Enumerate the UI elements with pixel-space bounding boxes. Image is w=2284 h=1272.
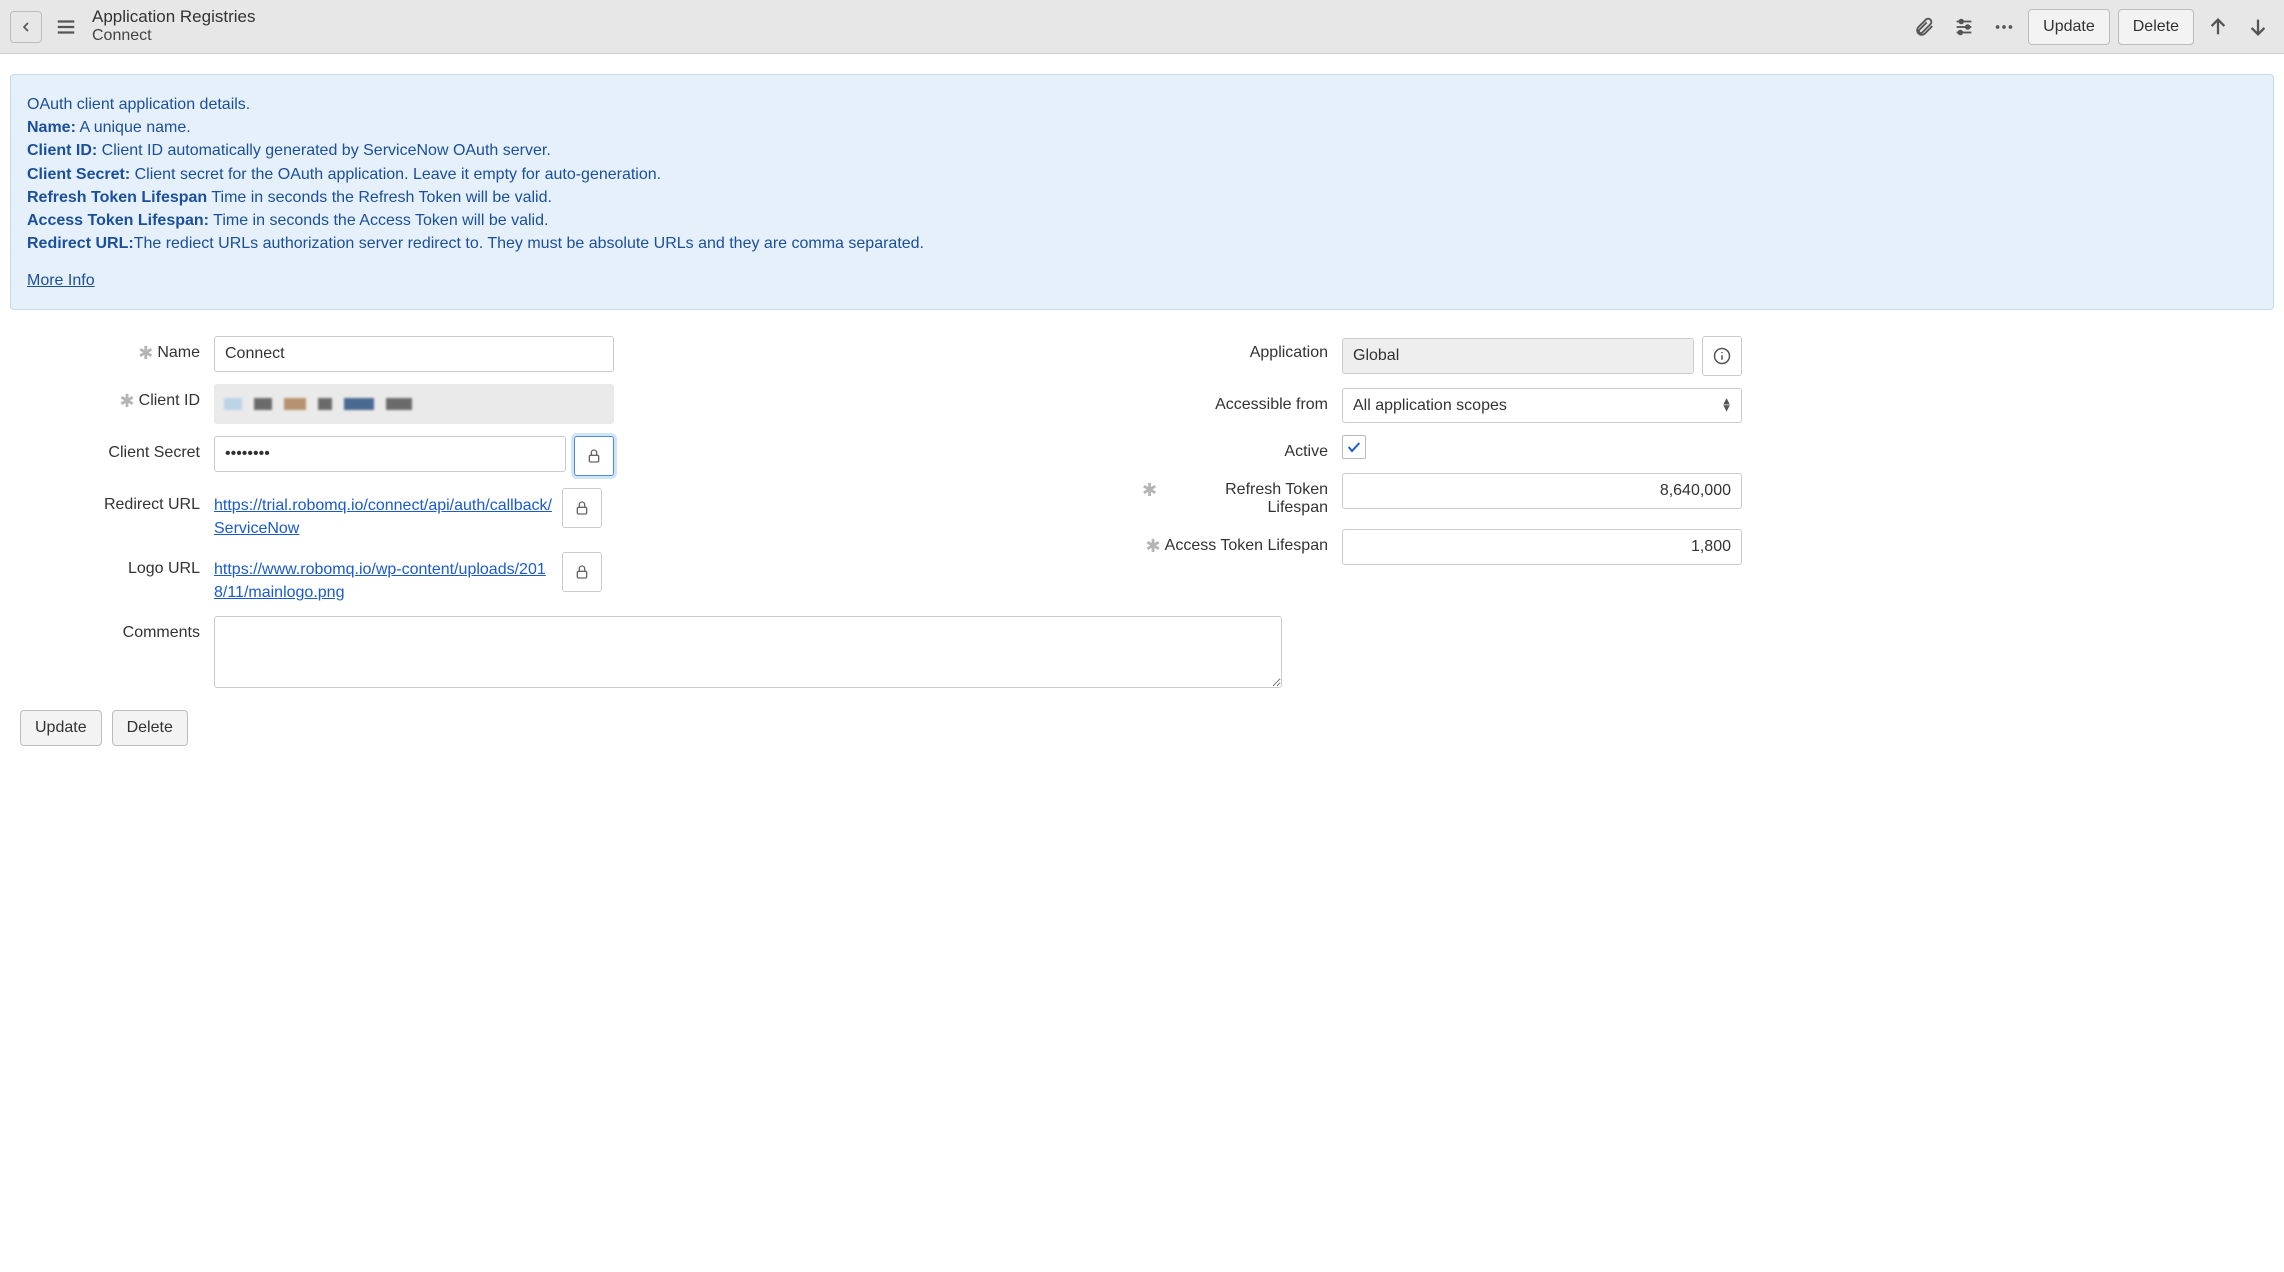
field-application: Application Global [1142, 330, 2270, 382]
info-access-text: Time in seconds the Access Token will be… [209, 212, 548, 229]
back-button[interactable] [10, 11, 42, 43]
field-refresh-lifespan: ✱Refresh Token Lifespan [1142, 467, 2270, 523]
access-lifespan-label: Access Token Lifespan [1165, 537, 1328, 555]
required-icon: ✱ [1142, 481, 1157, 499]
more-actions-button[interactable] [1988, 11, 2020, 43]
client-id-label: Client ID [139, 392, 200, 410]
logo-url-label: Logo URL [128, 560, 200, 578]
field-client-id: ✱Client ID [14, 378, 1142, 430]
attachments-button[interactable] [1908, 11, 1940, 43]
application-info-button[interactable] [1702, 336, 1742, 376]
accessible-from-label: Accessible from [1215, 396, 1328, 414]
redirect-url-label: Redirect URL [104, 496, 200, 514]
info-clientsecret-label: Client Secret: [27, 166, 130, 183]
info-access-label: Access Token Lifespan: [27, 212, 209, 229]
name-label: Name [157, 344, 200, 362]
info-name-text: A unique name. [76, 119, 191, 136]
refresh-lifespan-input[interactable] [1342, 473, 1742, 509]
client-id-redacted [214, 384, 614, 424]
settings-button[interactable] [1948, 11, 1980, 43]
client-secret-lock-button[interactable] [574, 436, 614, 476]
redirect-url-lock-button[interactable] [562, 488, 602, 528]
update-button-footer[interactable]: Update [20, 710, 102, 746]
footer-actions: Update Delete [10, 694, 2274, 762]
field-comments: Comments [14, 610, 2270, 694]
more-info-link[interactable]: More Info [27, 269, 95, 292]
page-header: Application Registries Connect Update De… [0, 0, 2284, 54]
active-label: Active [1284, 443, 1328, 461]
field-accessible-from: Accessible from All application scopes ▲… [1142, 382, 2270, 429]
lock-icon [574, 500, 590, 516]
paperclip-icon [1913, 16, 1935, 38]
info-icon [1713, 347, 1731, 365]
sliders-icon [1953, 16, 1975, 38]
page-title-main: Application Registries [92, 8, 255, 27]
info-name-label: Name: [27, 119, 76, 136]
info-refresh-label: Refresh Token Lifespan [27, 189, 207, 206]
redirect-url-link[interactable]: https://trial.robomq.io/connect/api/auth… [214, 488, 554, 540]
application-value: Global [1342, 338, 1694, 374]
info-redirect-label: Redirect URL: [27, 235, 134, 252]
previous-record-button[interactable] [2202, 11, 2234, 43]
client-secret-label: Client Secret [108, 444, 200, 462]
menu-button[interactable] [50, 11, 82, 43]
lock-icon [574, 564, 590, 580]
name-input[interactable] [214, 336, 614, 372]
info-line-intro: OAuth client application details. [27, 93, 2257, 116]
accessible-from-select[interactable]: All application scopes [1342, 388, 1742, 423]
hamburger-icon [55, 16, 77, 38]
application-label: Application [1250, 344, 1328, 362]
field-active: Active [1142, 429, 2270, 467]
delete-button-footer[interactable]: Delete [112, 710, 188, 746]
comments-label: Comments [123, 624, 200, 642]
chevron-left-icon [18, 19, 34, 35]
page-title: Application Registries Connect [92, 8, 255, 44]
required-icon: ✱ [120, 392, 135, 410]
logo-url-lock-button[interactable] [562, 552, 602, 592]
info-panel: OAuth client application details. Name: … [10, 74, 2274, 310]
field-access-lifespan: ✱Access Token Lifespan [1142, 523, 2270, 571]
info-clientid-label: Client ID: [27, 142, 97, 159]
arrow-up-icon [2207, 16, 2229, 38]
page-title-sub: Connect [92, 27, 255, 45]
more-horizontal-icon [1993, 16, 2015, 38]
client-secret-input[interactable] [214, 436, 566, 472]
arrow-down-icon [2247, 16, 2269, 38]
form: ✱Name ✱Client ID [10, 330, 2274, 695]
lock-icon [586, 448, 602, 464]
check-icon [1346, 439, 1362, 455]
form-left-column: ✱Name ✱Client ID [14, 330, 1142, 611]
required-icon: ✱ [1146, 537, 1161, 555]
update-button[interactable]: Update [2028, 9, 2110, 45]
active-checkbox[interactable] [1342, 435, 1366, 459]
refresh-lifespan-label: Refresh Token Lifespan [1161, 481, 1328, 517]
next-record-button[interactable] [2242, 11, 2274, 43]
field-redirect-url: Redirect URL https://trial.robomq.io/con… [14, 482, 1142, 546]
required-icon: ✱ [138, 344, 153, 362]
field-client-secret: Client Secret [14, 430, 1142, 482]
info-clientid-text: Client ID automatically generated by Ser… [97, 142, 551, 159]
delete-button[interactable]: Delete [2118, 9, 2194, 45]
info-redirect-text: The rediect URLs authorization server re… [134, 235, 924, 252]
form-right-column: Application Global Accessible from All a… [1142, 330, 2270, 611]
access-lifespan-input[interactable] [1342, 529, 1742, 565]
info-refresh-text: Time in seconds the Refresh Token will b… [207, 189, 552, 206]
info-clientsecret-text: Client secret for the OAuth application.… [130, 166, 661, 183]
field-name: ✱Name [14, 330, 1142, 378]
field-logo-url: Logo URL https://www.robomq.io/wp-conten… [14, 546, 1142, 610]
comments-textarea[interactable] [214, 616, 1282, 688]
logo-url-link[interactable]: https://www.robomq.io/wp-content/uploads… [214, 552, 554, 604]
